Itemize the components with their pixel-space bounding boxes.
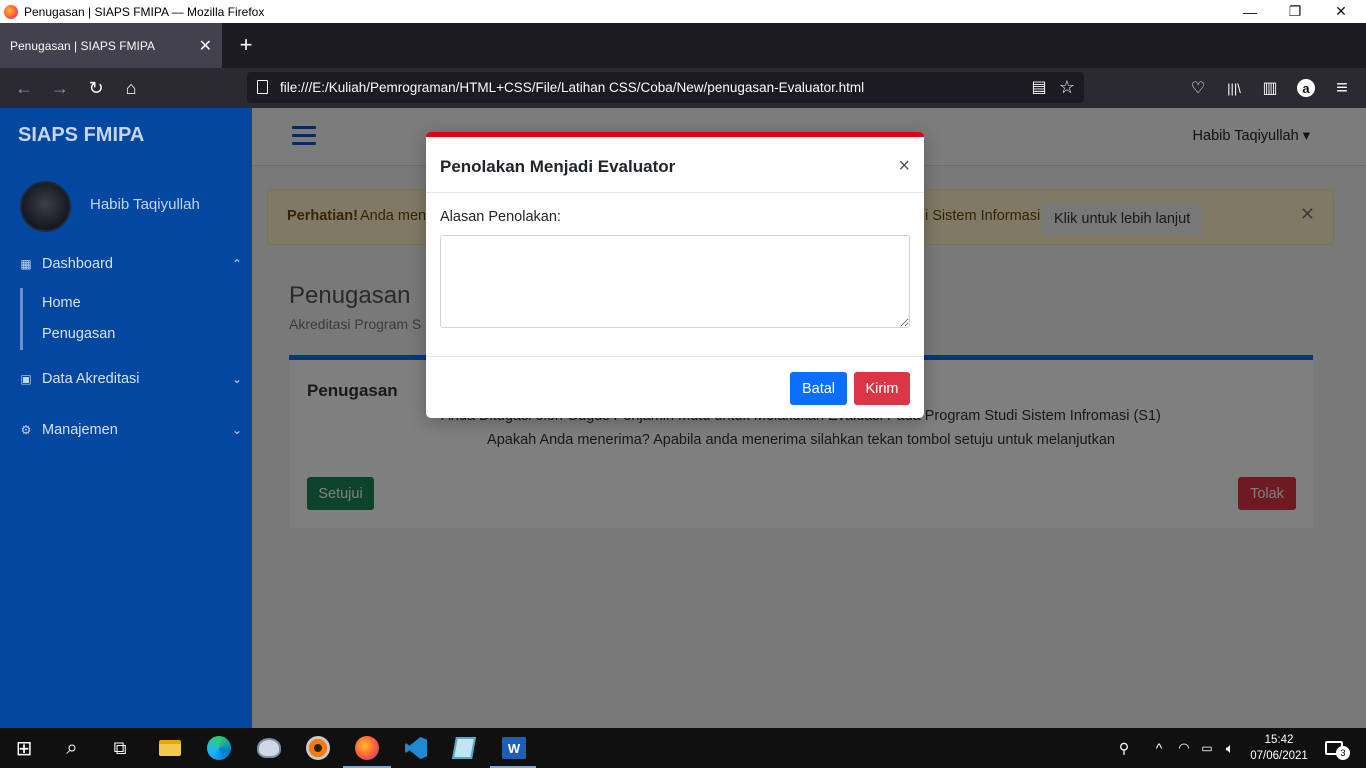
bookmark-star-icon[interactable]: ☆ <box>1053 73 1081 101</box>
sidebar-subitem-home[interactable]: Home <box>42 295 81 311</box>
word-icon[interactable]: W <box>500 734 528 762</box>
cancel-button[interactable]: Batal <box>790 372 847 405</box>
restore-button[interactable]: ❐ <box>1272 0 1318 23</box>
modal-title: Penolakan Menjadi Evaluator <box>440 157 676 176</box>
people-icon[interactable]: ⚲ <box>1110 734 1138 762</box>
tab-close-icon[interactable]: ✕ <box>199 36 212 56</box>
back-button[interactable]: ← <box>10 74 38 102</box>
chevron-down-icon: ⌄ <box>231 423 242 437</box>
notification-count-badge: 3 <box>1336 746 1350 760</box>
modal-close-icon[interactable]: × <box>898 155 910 178</box>
volume-icon[interactable]: 🔈︎ <box>1216 734 1244 762</box>
gear-icon: ⚙ <box>20 423 32 437</box>
firefox-logo-icon <box>4 4 18 19</box>
chevron-down-icon: ⌄ <box>231 372 242 386</box>
sidebar-user-name: Habib Taqiyullah <box>90 196 200 213</box>
rejection-reason-label: Alasan Penolakan: <box>440 209 561 225</box>
close-window-button[interactable]: ✕ <box>1318 0 1364 23</box>
reader-view-icon[interactable]: ▤ <box>1025 73 1053 101</box>
search-icon[interactable]: ⌕ <box>58 734 86 762</box>
tab-label: Penugasan | SIAPS FMIPA <box>10 38 155 53</box>
media-player-icon[interactable] <box>304 734 332 762</box>
home-button[interactable]: ⌂ <box>117 74 145 102</box>
modal-footer: Batal Kirim <box>426 356 924 418</box>
file-explorer-icon[interactable] <box>156 734 184 762</box>
brand-title[interactable]: SIAPS FMIPA <box>18 124 144 147</box>
chevron-up-icon: ⌃ <box>231 257 242 271</box>
sidebar-toggle-icon[interactable]: ▥ <box>1256 74 1284 102</box>
sidebar-subitem-penugasan[interactable]: Penugasan <box>42 326 115 342</box>
tab-penugasan[interactable]: Penugasan | SIAPS FMIPA ✕ <box>0 23 222 68</box>
vscode-icon[interactable] <box>402 734 430 762</box>
app-menu-icon[interactable]: ≡ <box>1328 74 1356 102</box>
sidebar-item-label: Data Akreditasi <box>42 371 140 387</box>
new-tab-button[interactable]: + <box>234 31 258 59</box>
avatar <box>20 181 71 232</box>
windows-start-icon[interactable]: ⊞ <box>10 734 38 762</box>
rejection-modal: Penolakan Menjadi Evaluator × Alasan Pen… <box>426 132 924 418</box>
clock-time: 15:42 <box>1264 734 1294 746</box>
url-bar[interactable]: file:///E:/Kuliah/Pemrograman/HTML+CSS/F… <box>247 72 1084 103</box>
pocket-icon[interactable]: ♡ <box>1184 74 1212 102</box>
submenu-indicator <box>20 288 23 350</box>
task-view-icon[interactable]: ⧉ <box>106 734 134 762</box>
sidebar-item-manajemen[interactable]: ⚙ Manajemen ⌄ <box>0 415 252 445</box>
edge-icon[interactable] <box>205 734 233 762</box>
sidebar-item-dashboard[interactable]: ▦ Dashboard ⌃ <box>0 249 252 279</box>
library-icon[interactable]: |||\ <box>1220 74 1248 102</box>
sidebar-item-label: Dashboard <box>42 256 113 272</box>
minimize-button[interactable]: — <box>1227 0 1273 23</box>
system-clock[interactable]: 15:42 07/06/2021 <box>1244 732 1314 764</box>
forward-button[interactable]: → <box>46 74 74 102</box>
dashboard-icon: ▦ <box>20 257 32 271</box>
notepad-icon[interactable] <box>450 734 478 762</box>
sidebar-item-label: Manajemen <box>42 422 118 438</box>
paint-app-icon[interactable] <box>255 734 283 762</box>
reload-button[interactable]: ↻ <box>82 74 110 102</box>
amazon-icon: a <box>1297 79 1315 97</box>
modal-header: Penolakan Menjadi Evaluator × <box>426 137 924 193</box>
firefox-taskbar-icon[interactable] <box>353 734 381 762</box>
tab-strip: Penugasan | SIAPS FMIPA ✕ + <box>0 23 1366 68</box>
window-titlebar: Penugasan | SIAPS FMIPA — Mozilla Firefo… <box>0 0 1366 23</box>
taskbar: ⊞ ⌕ ⧉ W ⚲ ^ ◠ ▭ 🔈︎ 15:42 07/06/2021 3 <box>0 728 1366 768</box>
window-title: Penugasan | SIAPS FMIPA — Mozilla Firefo… <box>24 4 265 19</box>
rejection-reason-textarea[interactable] <box>440 235 910 328</box>
sidebar: SIAPS FMIPA Habib Taqiyullah ▦ Dashboard… <box>0 108 252 728</box>
data-icon: ▣ <box>20 372 32 386</box>
navigation-toolbar: ← → ↻ ⌂ file:///E:/Kuliah/Pemrograman/HT… <box>0 68 1366 108</box>
amazon-extension-button[interactable]: a <box>1292 74 1320 102</box>
chevron-up-icon[interactable]: ^ <box>1145 734 1173 762</box>
url-text: file:///E:/Kuliah/Pemrograman/HTML+CSS/F… <box>280 80 865 95</box>
submit-button[interactable]: Kirim <box>854 372 910 405</box>
sidebar-item-data-akreditasi[interactable]: ▣ Data Akreditasi ⌄ <box>0 364 252 394</box>
notifications-icon[interactable]: 3 <box>1320 734 1350 762</box>
clock-date: 07/06/2021 <box>1250 750 1308 762</box>
page-icon <box>257 80 268 94</box>
